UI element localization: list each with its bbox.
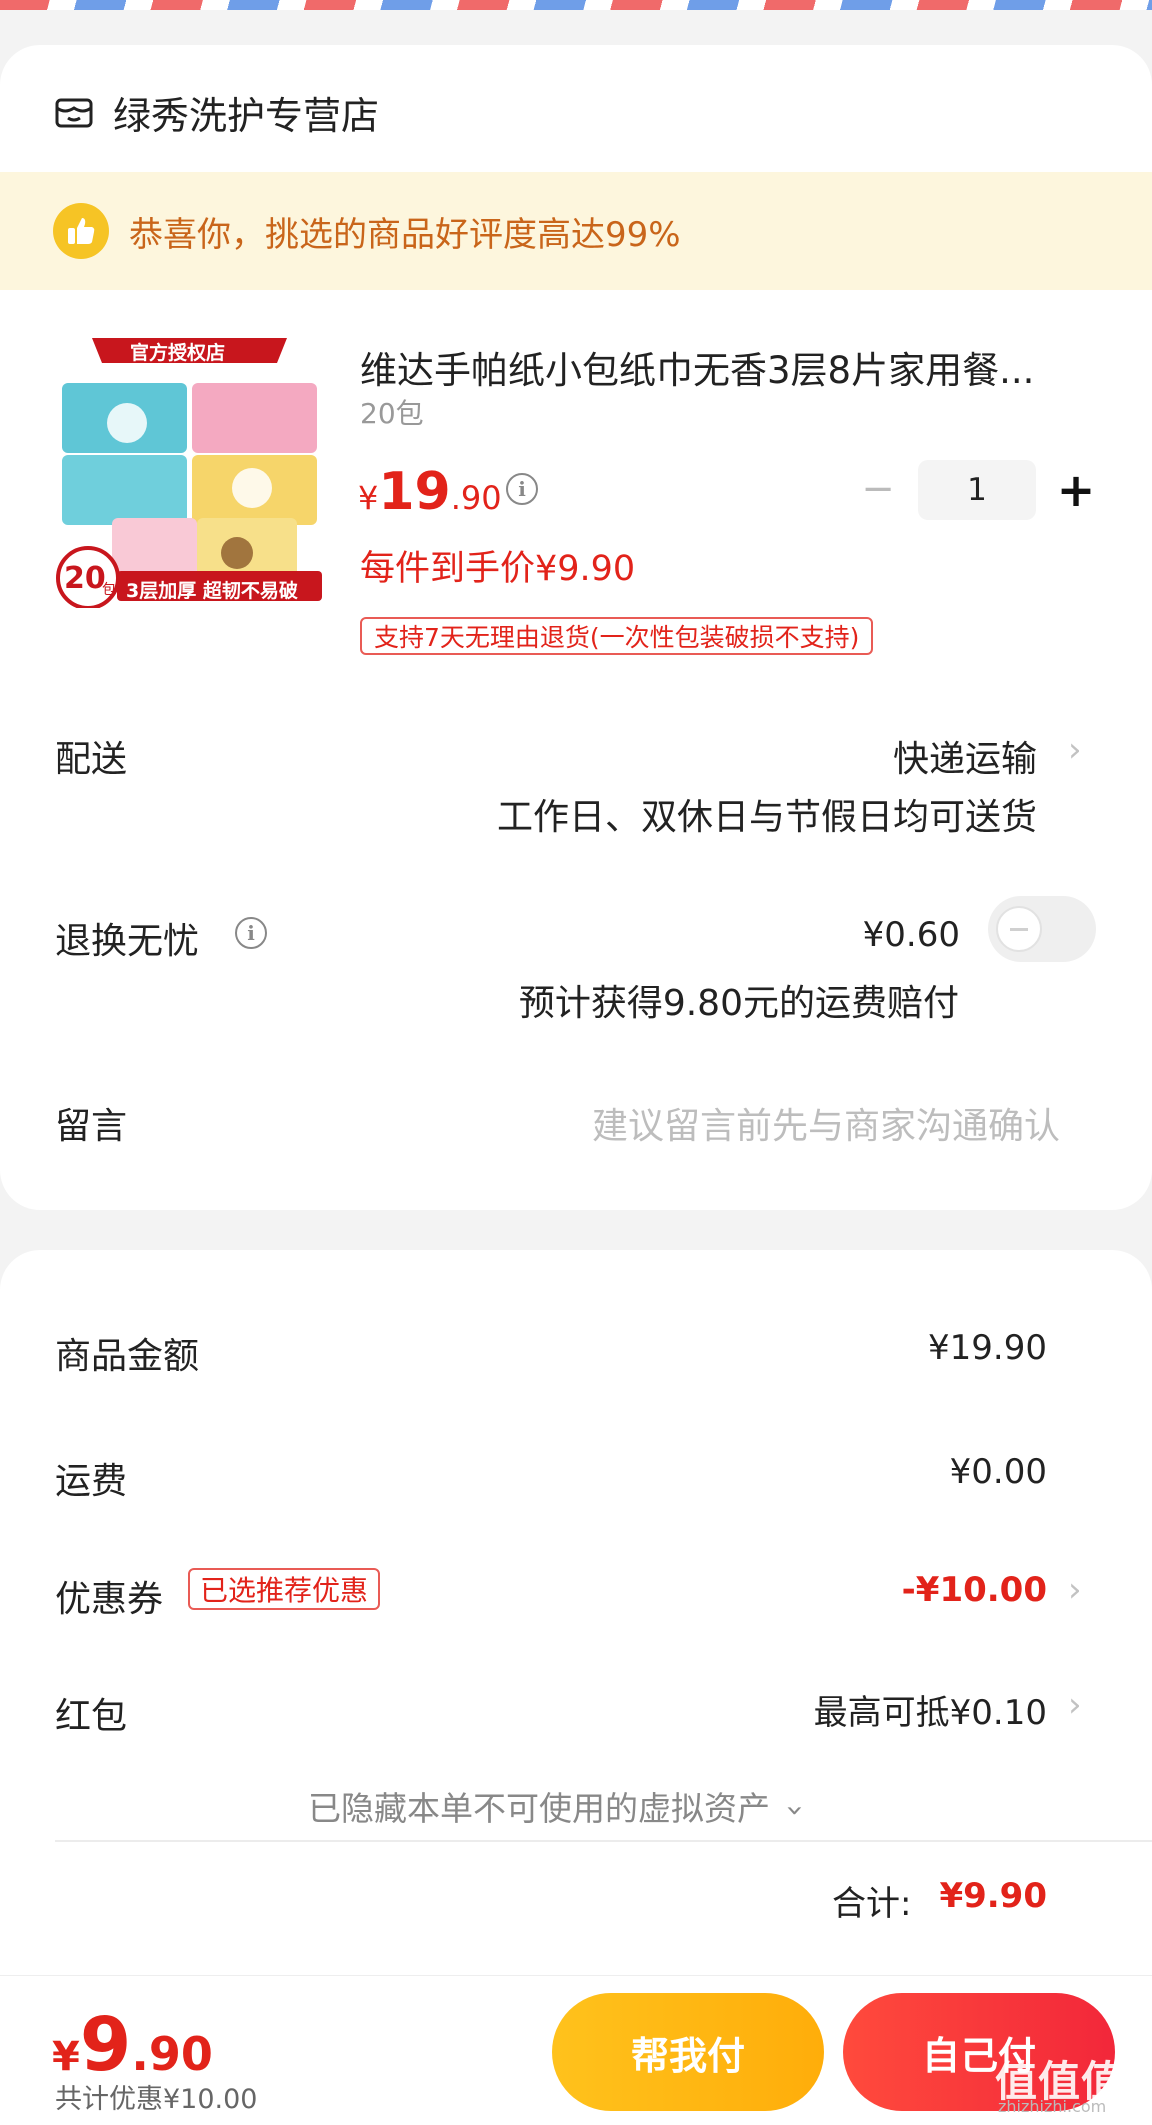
price-integer: 19 [378,462,451,522]
rating-banner-text: 恭喜你，挑选的商品好评度高达99% [129,214,681,255]
quantity-increase-button[interactable]: + [1056,462,1096,518]
shipping-label: 运费 [55,1461,128,1502]
total-discount: 共计优惠¥10.00 [55,2084,258,2115]
return-worry-toggle[interactable] [988,896,1096,962]
price-decimal: .90 [450,479,502,517]
hidden-assets-text: 已隐藏本单不可使用的虚拟资产 [308,1789,770,1828]
chevron-down-icon: › [777,1804,812,1817]
quantity-decrease-button[interactable]: − [860,468,896,510]
final-price-integer: 9 [79,2002,132,2088]
airmail-border [0,0,1152,10]
image-tagline: 3层加厚 超韧不易破 [126,580,298,602]
hidden-assets-toggle[interactable]: 已隐藏本单不可使用的虚拟资产 › [308,1782,812,1830]
coupon-value[interactable]: -¥10.00 [902,1570,1047,1610]
product-spec[interactable]: 20包 [360,392,424,432]
product-image[interactable]: 官方授权店 20 包 3层加厚 超韧不易破 [52,333,327,608]
divider [55,1840,1152,1842]
goods-amount-label: 商品金额 [55,1336,200,1377]
total-value: ¥9.90 [939,1876,1047,1916]
delivery-chevron-icon[interactable]: › [1068,730,1082,770]
pack-count-unit: 包 [102,582,116,598]
red-packet-label: 红包 [55,1696,128,1737]
message-input[interactable]: 建议留言前先与商家沟通确认 [592,1097,1060,1149]
red-packet-chevron-icon[interactable]: › [1068,1685,1082,1725]
rating-banner: 恭喜你，挑选的商品好评度高达99% [0,172,1152,290]
goods-amount-value: ¥19.90 [928,1328,1047,1368]
shipping-value: ¥0.00 [949,1452,1047,1492]
final-price: ¥ 9 .90 [52,2002,213,2088]
pack-count: 20 [64,561,106,596]
return-worry-label: 退换无忧 [55,921,200,962]
thumbs-up-icon [53,203,109,259]
coupon-badge: 已选推荐优惠 [188,1568,381,1610]
delivery-note: 工作日、双休日与节假日均可送货 [496,797,1037,838]
price-info-icon[interactable]: i [506,473,538,505]
delivery-method[interactable]: 快递运输 [893,730,1037,782]
return-worry-price: ¥0.60 [862,915,960,955]
shop-name: 绿秀洗护专营店 [113,93,380,138]
watermark-url: zhizhizhi.com [998,2097,1107,2116]
coupon-chevron-icon[interactable]: › [1068,1570,1082,1610]
store-icon [55,98,93,128]
shop-header[interactable]: 绿秀洗护专营店 [55,92,379,138]
coupon-label: 优惠券 [55,1579,164,1620]
toggle-knob [996,906,1042,952]
product-badge: 官方授权店 [130,342,226,364]
help-me-pay-button[interactable]: 帮我付 [552,1993,824,2111]
red-packet-value[interactable]: 最高可抵¥0.10 [814,1685,1047,1734]
return-worry-info-icon[interactable]: i [235,917,267,949]
price-symbol: ¥ [358,479,379,517]
deal-price: 每件到手价¥9.90 [360,549,636,589]
product-title[interactable]: 维达手帕纸小包纸巾无香3层8片家用餐... [360,340,1080,394]
delivery-label: 配送 [55,739,128,780]
quantity-input[interactable]: 1 [918,460,1036,520]
return-policy-tag: 支持7天无理由退货(一次性包装破损不支持) [360,617,874,655]
final-price-symbol: ¥ [52,2034,80,2080]
return-worry-note: 预计获得9.80元的运费赔付 [518,983,959,1024]
final-price-decimal: .90 [131,2027,213,2081]
total-label: 合计: [832,1884,912,1924]
product-price: ¥ 19 .90 [358,462,502,522]
message-label: 留言 [55,1106,128,1147]
